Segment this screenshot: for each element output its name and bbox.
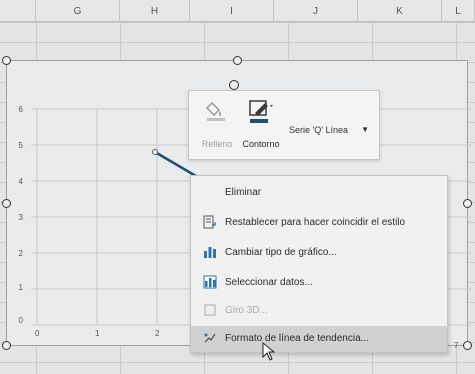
resize-handle-bottom-right[interactable] xyxy=(463,341,472,350)
chart-type-icon xyxy=(204,247,216,258)
context-menu: Eliminar Restablecer para hacer coincidi… xyxy=(190,175,448,353)
chevron-down-icon: ▼ xyxy=(361,125,369,134)
menu-item-label: Restablecer para hacer coincidir el esti… xyxy=(225,217,406,228)
rotation-3d-icon xyxy=(204,304,216,316)
outline-button[interactable]: Contorno xyxy=(237,99,285,151)
x-tick: 7 xyxy=(454,341,459,350)
trendline-endpoint[interactable] xyxy=(152,149,158,155)
column-header-l[interactable]: L xyxy=(442,0,475,22)
x-tick: 0 xyxy=(35,329,40,338)
resize-handle-top-left[interactable] xyxy=(2,56,11,65)
column-header-g[interactable]: G xyxy=(36,0,120,22)
menu-item-label: Formato de línea de tendencia... xyxy=(225,333,369,344)
column-header-j[interactable]: J xyxy=(274,0,358,22)
y-tick: 6 xyxy=(18,105,23,114)
column-header-row: G H I J K L xyxy=(0,0,475,22)
x-tick: 2 xyxy=(155,329,160,338)
reset-style-icon xyxy=(203,215,216,229)
resize-handle-right[interactable] xyxy=(463,199,472,208)
y-tick: 4 xyxy=(18,177,23,186)
series-select-value: Serie 'Q' Línea xyxy=(289,125,348,135)
menu-item-select-data[interactable]: Seleccionar datos... xyxy=(191,270,447,296)
x-tick: 1 xyxy=(95,329,100,338)
fill-label: Relleno xyxy=(201,139,233,149)
y-tick: 1 xyxy=(18,283,23,292)
menu-item-label: Seleccionar datos... xyxy=(225,277,313,288)
mouse-cursor-icon xyxy=(262,342,276,361)
fill-button[interactable]: Relleno xyxy=(197,99,237,151)
resize-handle-top[interactable] xyxy=(233,56,242,65)
menu-item-label: Eliminar xyxy=(225,187,262,198)
menu-item-reset-style[interactable]: Restablecer para hacer coincidir el esti… xyxy=(191,210,447,236)
resize-handle-left[interactable] xyxy=(2,199,11,208)
y-tick: 2 xyxy=(18,249,23,258)
row-header-corner[interactable] xyxy=(0,0,36,22)
outline-label: Contorno xyxy=(242,139,280,149)
paint-bucket-icon xyxy=(205,101,225,121)
rotation-handle[interactable] xyxy=(229,80,239,90)
y-tick: 5 xyxy=(18,141,23,150)
y-tick: 3 xyxy=(18,213,23,222)
menu-item-change-chart-type[interactable]: Cambiar tipo de gráfico... xyxy=(191,240,447,266)
pen-outline-icon xyxy=(249,100,273,123)
resize-handle-bottom-left[interactable] xyxy=(2,341,11,350)
column-header-h[interactable]: H xyxy=(120,0,190,22)
menu-item-3d-rotation: Giro 3D... xyxy=(191,298,447,324)
menu-item-format-trendline[interactable]: Formato de línea de tendencia... xyxy=(191,326,447,352)
select-data-icon xyxy=(203,275,217,289)
menu-item-label: Giro 3D... xyxy=(225,305,268,316)
column-header-k[interactable]: K xyxy=(358,0,442,22)
series-select-dropdown[interactable]: Serie 'Q' Línea ▼ xyxy=(289,121,373,139)
y-tick: 0 xyxy=(18,316,23,325)
format-mini-toolbar: Relleno Contorno Serie 'Q' Línea ▼ xyxy=(188,90,380,160)
column-header-i[interactable]: I xyxy=(190,0,274,22)
format-trendline-icon xyxy=(204,333,216,343)
menu-item-eliminar[interactable]: Eliminar xyxy=(191,180,447,206)
menu-item-label: Cambiar tipo de gráfico... xyxy=(225,247,337,258)
